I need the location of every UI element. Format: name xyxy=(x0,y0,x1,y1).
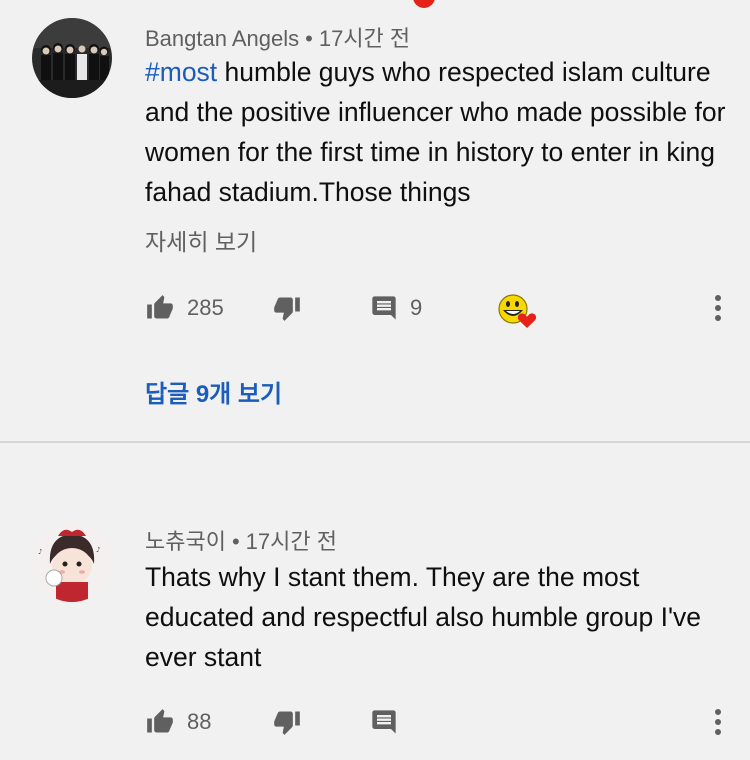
meta-separator: • xyxy=(305,26,313,51)
author-name[interactable]: Bangtan Angels xyxy=(145,26,299,51)
like-button[interactable]: 88 xyxy=(145,702,211,742)
author-name[interactable]: 노츄국이 xyxy=(145,529,226,554)
avatar[interactable] xyxy=(32,18,112,98)
creator-heart xyxy=(497,292,537,332)
comment-text: Thats why I stant them. They are the mos… xyxy=(145,562,702,672)
comment-time[interactable]: 17시간 전 xyxy=(319,26,410,51)
smiley-heart-icon xyxy=(497,294,537,330)
more-vertical-icon xyxy=(714,709,722,740)
thumbs-down-icon xyxy=(272,708,302,736)
dislike-button[interactable] xyxy=(272,288,302,328)
reply-count: 9 xyxy=(410,295,423,320)
hashtag-link[interactable]: #most xyxy=(145,57,217,87)
comment-meta: 노츄국이 • 17시간 전 xyxy=(145,524,337,556)
thumbs-down-icon xyxy=(272,294,302,322)
comment-icon xyxy=(370,708,398,736)
comment-text-body: humble guys who respected islam culture … xyxy=(145,57,726,207)
svg-text:♪: ♪ xyxy=(96,546,100,554)
comment-thread-2: ♪ ♪ 노츄국이 • 17시간 전 Thats why I stant them. … xyxy=(0,444,750,760)
view-replies-link[interactable]: 답글 9개 보기 xyxy=(145,374,282,409)
comment-time[interactable]: 17시간 전 xyxy=(246,529,337,554)
more-vertical-icon xyxy=(714,295,722,326)
thumbs-up-icon xyxy=(145,708,175,736)
reply-button[interactable]: 9 xyxy=(370,288,422,328)
reply-button[interactable] xyxy=(370,702,398,742)
svg-text:♪: ♪ xyxy=(38,548,42,556)
comment-divider xyxy=(0,441,750,443)
like-count: 285 xyxy=(187,295,224,320)
avatar[interactable]: ♪ ♪ xyxy=(32,522,112,602)
comment-actions: 285 9 xyxy=(0,288,750,328)
read-more-link[interactable]: 자세히 보기 xyxy=(145,223,257,257)
comment-meta: Bangtan Angels • 17시간 전 xyxy=(145,21,410,53)
dislike-button[interactable] xyxy=(272,702,302,742)
comment-thread-1: Bangtan Angels • 17시간 전 #most humble guys … xyxy=(0,0,750,440)
comment-text: #most humble guys who respected islam cu… xyxy=(145,52,735,212)
like-count: 88 xyxy=(187,709,212,734)
like-button[interactable]: 285 xyxy=(145,288,224,328)
comment-actions: 88 xyxy=(0,702,750,742)
more-options-button[interactable] xyxy=(714,708,722,741)
comment-icon xyxy=(370,294,398,322)
thumbs-up-icon xyxy=(145,294,175,322)
more-options-button[interactable] xyxy=(714,294,722,327)
meta-separator: • xyxy=(231,529,240,554)
